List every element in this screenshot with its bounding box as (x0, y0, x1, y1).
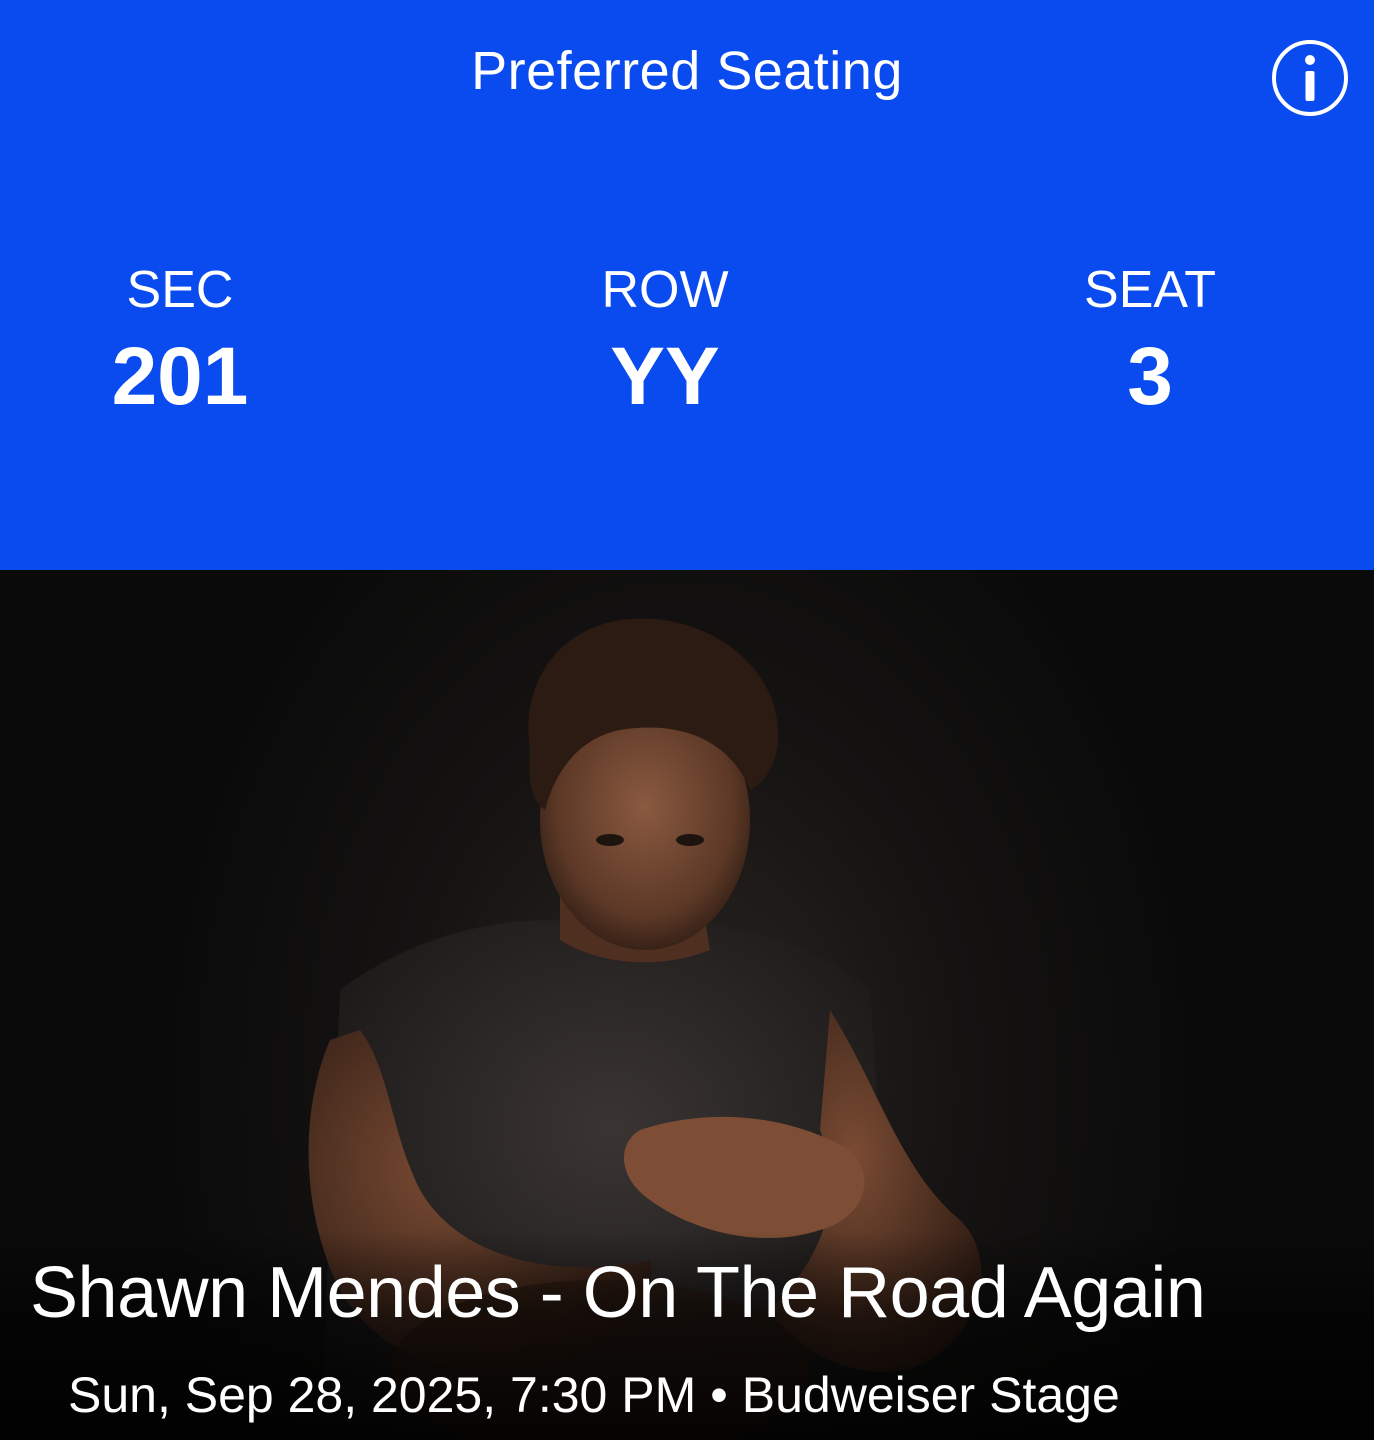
event-venue: Budweiser Stage (741, 1367, 1120, 1423)
row-info: ROW YY (535, 255, 795, 427)
seat-header: Preferred Seating SEC 201 ROW YY SEAT 3 (0, 0, 1374, 570)
seat-info: SEAT 3 (1020, 255, 1280, 427)
ticket-card: Preferred Seating SEC 201 ROW YY SEAT 3 (0, 0, 1374, 1440)
seat-label: SEAT (1084, 261, 1216, 319)
info-button[interactable] (1270, 38, 1350, 118)
event-title: Shawn Mendes - On The Road Again (30, 1253, 1206, 1333)
row-value: YY (610, 331, 720, 422)
section-info: SEC 201 (50, 255, 310, 427)
section-value: 201 (111, 331, 249, 422)
separator-dot: • (710, 1367, 728, 1423)
row-label: ROW (601, 261, 729, 319)
event-date: Sun, Sep 28, 2025, 7:30 PM (68, 1367, 697, 1423)
page-title: Preferred Seating (471, 41, 903, 101)
section-label: SEC (126, 261, 234, 319)
info-circle-icon (1272, 40, 1348, 116)
seat-value: 3 (1127, 331, 1173, 422)
event-details: Sun, Sep 28, 2025, 7:30 PM • Budweiser Sta… (68, 1366, 1120, 1424)
